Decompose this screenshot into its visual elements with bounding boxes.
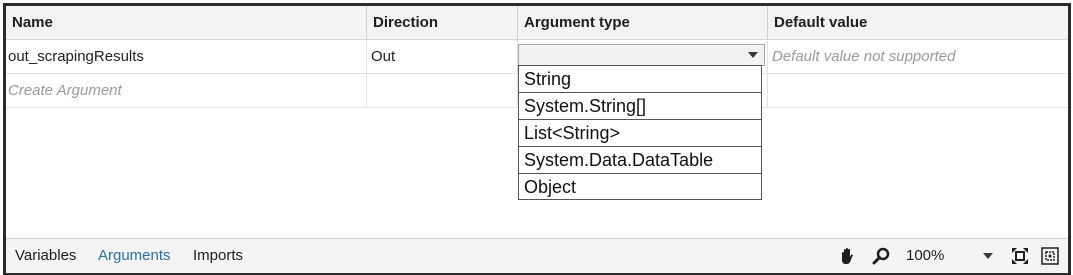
default-value-cell: Default value not supported bbox=[772, 48, 956, 65]
hand-icon[interactable] bbox=[838, 247, 856, 265]
argument-type-dropdown-list: String System.String[] List<String> Syst… bbox=[518, 65, 762, 200]
tab-variables[interactable]: Variables bbox=[15, 239, 76, 273]
column-header-direction[interactable]: Direction bbox=[367, 6, 518, 39]
designer-footer: Variables Arguments Imports 100% bbox=[6, 238, 1068, 273]
tab-imports[interactable]: Imports bbox=[193, 239, 243, 273]
column-header-default-value[interactable]: Default value bbox=[768, 6, 1068, 39]
arguments-grid: Name Direction Argument type Default val… bbox=[6, 6, 1068, 238]
argument-direction-cell[interactable]: Out bbox=[367, 40, 518, 73]
arguments-panel: Name Direction Argument type Default val… bbox=[3, 3, 1071, 275]
tab-arguments[interactable]: Arguments bbox=[98, 239, 171, 273]
type-option-string[interactable]: String bbox=[519, 66, 761, 93]
create-direction-cell bbox=[367, 74, 518, 107]
type-option-list-string[interactable]: List<String> bbox=[519, 120, 761, 147]
fit-to-screen-icon[interactable] bbox=[1011, 247, 1029, 265]
type-option-string-array[interactable]: System.String[] bbox=[519, 93, 761, 120]
dropdown-arrow-icon[interactable] bbox=[742, 45, 764, 65]
magnifier-icon[interactable] bbox=[872, 247, 890, 265]
create-default-cell bbox=[768, 74, 1068, 107]
type-option-datatable[interactable]: System.Data.DataTable bbox=[519, 147, 761, 174]
argument-type-combobox[interactable] bbox=[518, 44, 765, 66]
column-header-argument-type[interactable]: Argument type bbox=[518, 6, 768, 39]
grid-header: Name Direction Argument type Default val… bbox=[6, 6, 1068, 40]
overview-icon[interactable] bbox=[1041, 247, 1059, 265]
column-header-name[interactable]: Name bbox=[6, 6, 367, 39]
zoom-dropdown-arrow-icon[interactable] bbox=[983, 253, 993, 259]
type-option-object[interactable]: Object bbox=[519, 174, 761, 201]
create-argument-placeholder[interactable]: Create Argument bbox=[6, 74, 367, 107]
argument-name-cell[interactable]: out_scrapingResults bbox=[6, 40, 367, 73]
zoom-level[interactable]: 100% bbox=[906, 239, 944, 273]
